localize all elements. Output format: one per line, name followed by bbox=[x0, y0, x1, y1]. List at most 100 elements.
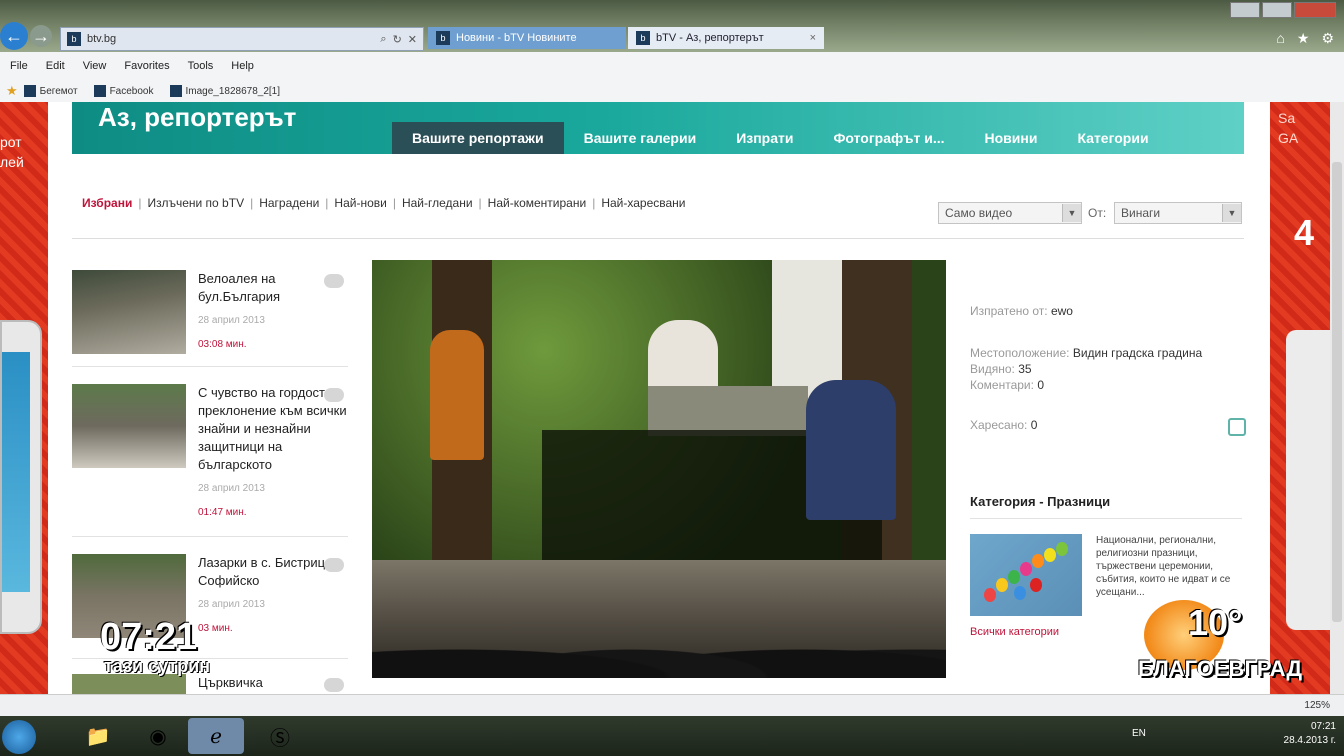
nav-categories[interactable]: Категории bbox=[1057, 122, 1168, 154]
tab-label: bTV - Аз, репортерът bbox=[656, 32, 764, 44]
reporter-page: Аз, репортерът Вашите репортажи Вашите г… bbox=[72, 102, 1246, 694]
close-window-button[interactable] bbox=[1294, 2, 1336, 18]
favorites-star-icon[interactable]: ★ bbox=[6, 83, 18, 99]
menu-tools[interactable]: Tools bbox=[188, 60, 214, 72]
chevron-down-icon: ▼ bbox=[1062, 204, 1081, 222]
close-tab-icon[interactable]: × bbox=[810, 32, 816, 44]
list-item[interactable]: Църквичка bbox=[72, 674, 348, 694]
item-date: 28 април 2013 bbox=[198, 483, 265, 494]
stop-icon[interactable]: ✕ bbox=[408, 33, 417, 46]
meta-comments: Коментари: 0 bbox=[970, 378, 1044, 392]
page-content: рот лей Sa GA 4 Аз, репортерът Вашите ре… bbox=[0, 102, 1330, 694]
video-thumbnail[interactable] bbox=[72, 384, 186, 468]
address-controls[interactable]: ⌕ ↻ ✕ bbox=[380, 33, 423, 46]
nav-send[interactable]: Изпрати bbox=[716, 122, 813, 154]
video-thumbnail[interactable] bbox=[72, 270, 186, 354]
clock-date: 28.4.2013 г. bbox=[1283, 735, 1336, 746]
system-clock[interactable]: 07:21 28.4.2013 г. bbox=[1284, 720, 1336, 748]
image-icon bbox=[169, 85, 182, 97]
item-duration: 01:47 мин. bbox=[198, 507, 247, 518]
tab-news[interactable]: b Новини - bTV Новините bbox=[428, 27, 626, 49]
ie-taskbar-icon[interactable]: ℯ bbox=[188, 718, 244, 754]
start-button[interactable] bbox=[2, 720, 36, 754]
left-ad-banner[interactable]: рот лей bbox=[0, 102, 48, 694]
meta-label: Видяно: bbox=[970, 362, 1015, 376]
meta-value: 35 bbox=[1018, 362, 1032, 376]
site-logo[interactable]: Аз, репортерът bbox=[98, 102, 296, 133]
window-controls[interactable] bbox=[1230, 2, 1336, 18]
tab-reporter[interactable]: b bTV - Аз, репортерът × bbox=[628, 27, 824, 49]
right-ad-text: Sa GA bbox=[1278, 110, 1299, 146]
nav-your-reports[interactable]: Вашите репортажи bbox=[392, 122, 564, 154]
subnav-aired[interactable]: Излъчени по bTV bbox=[141, 196, 250, 210]
search-icon[interactable]: ⌕ bbox=[380, 33, 386, 46]
like-icon[interactable] bbox=[1228, 418, 1246, 436]
favicon-icon: b bbox=[636, 31, 650, 45]
explorer-taskbar-icon[interactable]: 📁 bbox=[70, 718, 126, 754]
chrome-taskbar-icon[interactable]: ◉ bbox=[130, 718, 186, 754]
category-image[interactable] bbox=[970, 534, 1082, 616]
status-bar: 125% bbox=[0, 694, 1344, 717]
refresh-icon[interactable]: ↻ bbox=[393, 33, 402, 46]
subnav-most-commented[interactable]: Най-коментирани bbox=[482, 196, 593, 210]
divider bbox=[72, 238, 1244, 239]
right-ad-banner[interactable]: Sa GA 4 bbox=[1270, 102, 1330, 694]
taskbar: 📁 ◉ ℯ Ⓢ EN 07:21 28.4.2013 г. bbox=[0, 716, 1344, 756]
list-item[interactable]: С чувство на гордост и преклонение към в… bbox=[72, 384, 348, 544]
maximize-button[interactable] bbox=[1262, 2, 1292, 18]
favorite-link[interactable]: Бегемот bbox=[23, 85, 78, 97]
meta-label: Коментари: bbox=[970, 378, 1034, 392]
menu-view[interactable]: View bbox=[83, 60, 107, 72]
meta-label: Местоположение: bbox=[970, 346, 1070, 360]
nav-photographer[interactable]: Фотографът и... bbox=[813, 122, 964, 154]
video-player[interactable] bbox=[372, 260, 946, 678]
star-icon[interactable]: ★ bbox=[1297, 30, 1310, 47]
video-thumbnail[interactable] bbox=[72, 674, 186, 694]
left-ad-text: рот лей bbox=[0, 134, 24, 170]
forward-button[interactable]: → bbox=[30, 25, 52, 47]
zoom-level[interactable]: 125% bbox=[1304, 700, 1330, 711]
menu-edit[interactable]: Edit bbox=[46, 60, 65, 72]
meta-value[interactable]: ewo bbox=[1051, 304, 1073, 318]
favorite-link[interactable]: Image_1828678_2[1] bbox=[169, 85, 281, 97]
menu-favorites[interactable]: Favorites bbox=[124, 60, 169, 72]
address-text: btv.bg bbox=[87, 33, 117, 45]
menu-bar: File Edit View Favorites Tools Help bbox=[0, 52, 1344, 80]
gear-icon[interactable]: ⚙ bbox=[1321, 30, 1334, 47]
meta-label: Изпратено от: bbox=[970, 304, 1048, 318]
nav-news[interactable]: Новини bbox=[965, 122, 1058, 154]
subnav-newest[interactable]: Най-нови bbox=[328, 196, 392, 210]
time-filter-select[interactable]: Винаги ▼ bbox=[1114, 202, 1242, 224]
skype-taskbar-icon[interactable]: Ⓢ bbox=[252, 718, 308, 754]
clock-time: 07:21 bbox=[1310, 721, 1336, 732]
divider bbox=[72, 536, 348, 537]
address-bar[interactable]: b btv.bg ⌕ ↻ ✕ bbox=[60, 27, 424, 51]
divider bbox=[72, 366, 348, 367]
from-label: От: bbox=[1088, 206, 1107, 220]
list-item[interactable]: Велоалея на бул.България 28 април 2013 0… bbox=[72, 270, 348, 360]
home-icon[interactable]: ⌂ bbox=[1276, 30, 1284, 47]
scrollbar-thumb[interactable] bbox=[1332, 162, 1342, 622]
comment-icon bbox=[324, 678, 344, 692]
minimize-button[interactable] bbox=[1230, 2, 1260, 18]
browser-titlebar: ← → b btv.bg ⌕ ↻ ✕ b Новини - bTV Новините … bbox=[0, 0, 1344, 52]
language-indicator[interactable]: EN bbox=[1132, 728, 1146, 739]
back-button[interactable]: ← bbox=[0, 22, 28, 50]
menu-file[interactable]: File bbox=[10, 60, 28, 72]
all-categories-link[interactable]: Всички категории bbox=[970, 626, 1059, 638]
subnav-most-liked[interactable]: Най-харесвани bbox=[595, 196, 691, 210]
nav-your-galleries[interactable]: Вашите галерии bbox=[564, 122, 717, 154]
item-date: 28 април 2013 bbox=[198, 315, 265, 326]
menu-help[interactable]: Help bbox=[231, 60, 254, 72]
phone-image bbox=[1286, 330, 1330, 630]
vertical-scrollbar[interactable] bbox=[1330, 102, 1344, 694]
meta-views: Видяно: 35 bbox=[970, 362, 1032, 376]
tv-subtitle: тази сутрин bbox=[104, 656, 211, 676]
favorite-link[interactable]: Facebook bbox=[93, 85, 154, 97]
favorite-label: Image_1828678_2[1] bbox=[185, 85, 281, 97]
subnav-most-viewed[interactable]: Най-гледани bbox=[396, 196, 479, 210]
subnav-awarded[interactable]: Наградени bbox=[253, 196, 325, 210]
chevron-down-icon: ▼ bbox=[1222, 204, 1241, 222]
type-filter-select[interactable]: Само видео ▼ bbox=[938, 202, 1082, 224]
subnav-featured[interactable]: Избрани bbox=[76, 196, 138, 210]
